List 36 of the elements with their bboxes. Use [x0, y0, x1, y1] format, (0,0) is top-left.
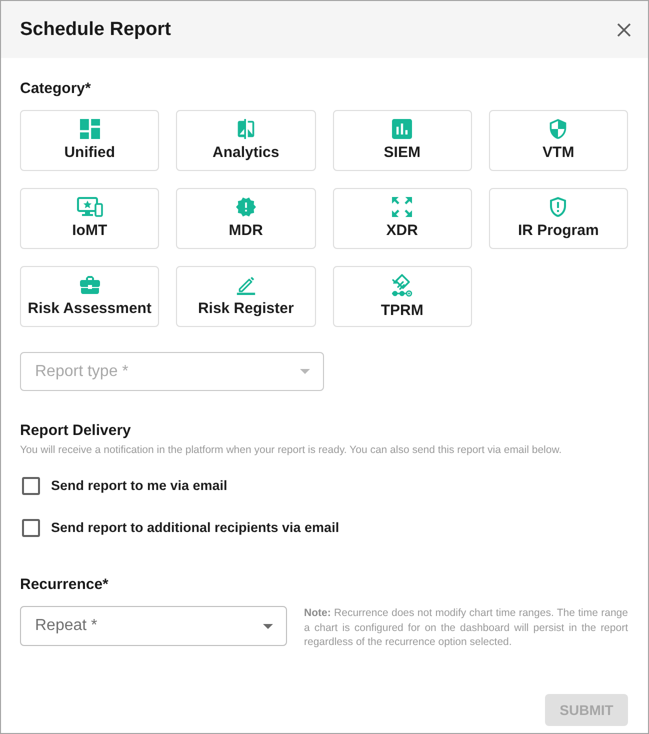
- close-icon: [617, 22, 631, 36]
- category-tile[interactable]: MDR: [176, 188, 316, 249]
- recurrence-note: Note: Recurrence does not modify chart time ranges. The time range a chart is configured for on the dashboard will persist in the report regardless of the recurrence option selected.: [304, 606, 628, 650]
- pencil-icon: [234, 275, 257, 295]
- category-tile[interactable]: Risk Register: [176, 266, 316, 327]
- checkbox[interactable]: [22, 519, 40, 537]
- category-tile[interactable]: XDR: [332, 188, 472, 249]
- category-tile[interactable]: VTM: [488, 110, 628, 171]
- repeat-dropdown[interactable]: Repeat *: [20, 606, 287, 646]
- report-delivery-heading: Report Delivery: [20, 421, 132, 441]
- checkbox-label: Send report to me via email: [51, 477, 228, 495]
- shield-alert-icon: [548, 197, 568, 217]
- close-button[interactable]: [616, 22, 632, 38]
- checkbox[interactable]: [22, 477, 40, 495]
- category-tile[interactable]: Analytics: [176, 110, 316, 171]
- shield-icon: [548, 119, 568, 139]
- devices-icon: [76, 197, 103, 217]
- dialog-title: Schedule Report: [20, 18, 171, 42]
- report-delivery-description: You will receive a notification in the platform when your report is ready. You can also send this report via email below.: [20, 443, 563, 457]
- caret-icon: [263, 624, 273, 628]
- expand-arrows-icon: [392, 197, 412, 217]
- category-tile[interactable]: IR Program: [488, 188, 628, 249]
- briefcase-icon: [80, 275, 100, 295]
- split-panel-icon: [236, 119, 256, 139]
- checkbox-label: Send report to additional recipients via email: [51, 519, 340, 537]
- caret-icon: [300, 369, 310, 374]
- bar-chart-icon: [392, 119, 412, 139]
- category-tile[interactable]: IoMT: [20, 188, 160, 249]
- category-tile[interactable]: SIEM: [332, 110, 472, 171]
- category-label: Category*: [20, 79, 92, 99]
- layout-tiles-icon: [80, 119, 100, 139]
- category-tile[interactable]: Unified: [20, 110, 160, 171]
- recurrence-label: Recurrence*: [20, 575, 110, 595]
- category-tile[interactable]: TPRM: [332, 266, 472, 327]
- category-tile[interactable]: Risk Assessment: [20, 266, 160, 327]
- alert-badge-icon: [236, 197, 256, 217]
